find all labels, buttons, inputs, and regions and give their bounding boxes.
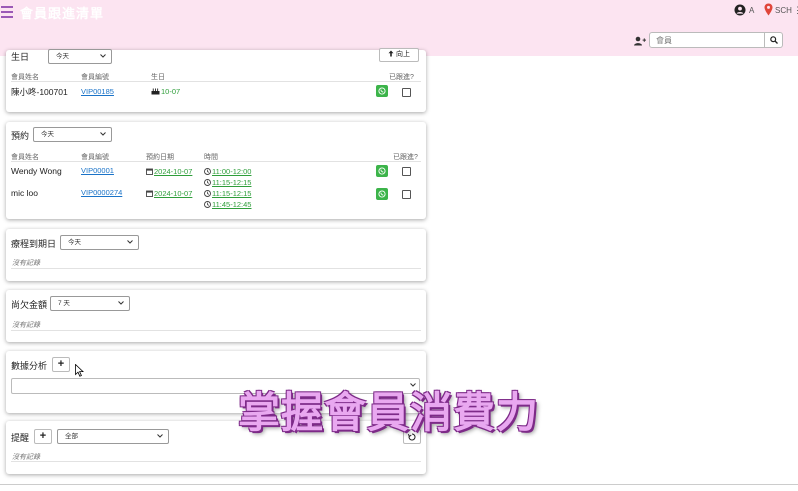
branch-label[interactable]: SCH	[775, 6, 792, 15]
divider	[11, 268, 421, 269]
hamburger-menu-icon[interactable]	[1, 6, 13, 21]
analysis-title: 數據分析	[11, 361, 48, 371]
member-id-link[interactable]: VIP0000274	[81, 188, 122, 197]
member-name: mic loo	[11, 188, 38, 198]
reminder-filter-select[interactable]: 全部	[57, 429, 169, 444]
whatsapp-icon	[378, 87, 386, 95]
chevron-down-icon	[100, 54, 106, 58]
clock-icon	[204, 190, 211, 197]
scroll-up-button[interactable]: 向上	[379, 48, 419, 62]
treatment-expiry-card: 療程到期日 今天 沒有記錄	[6, 229, 426, 281]
divider	[11, 161, 421, 162]
add-analysis-button[interactable]: +	[52, 357, 70, 372]
mouse-cursor-icon	[75, 364, 84, 377]
divider	[11, 330, 421, 331]
outstanding-title: 尚欠金額	[11, 300, 48, 310]
whatsapp-button[interactable]	[376, 165, 388, 177]
add-reminder-button[interactable]: +	[34, 429, 52, 444]
search-icon	[769, 36, 778, 44]
promo-watermark: 掌握會員消費力	[238, 388, 540, 437]
birthday-date: 10-07	[151, 87, 180, 96]
empty-message: 沒有記錄	[12, 260, 40, 267]
booking-title: 預約	[11, 131, 30, 141]
chevron-down-icon	[127, 240, 133, 244]
followed-checkbox[interactable]	[402, 88, 411, 97]
outstanding-filter-select[interactable]: 7 天	[50, 296, 130, 311]
booking-time-link[interactable]: 11:15-12:15	[204, 189, 251, 198]
whatsapp-icon	[378, 190, 386, 198]
calendar-icon	[146, 168, 153, 175]
followed-checkbox[interactable]	[402, 190, 411, 199]
birthday-title: 生日	[11, 52, 30, 62]
user-label[interactable]: A	[749, 6, 754, 15]
clock-icon	[204, 168, 211, 175]
birthday-cake-icon	[151, 88, 160, 95]
treatment-expiry-filter-select[interactable]: 今天	[60, 235, 139, 250]
member-name: Wendy Wong	[11, 166, 62, 176]
calendar-icon	[146, 190, 153, 197]
booking-time-link[interactable]: 11:15-12:15	[204, 178, 251, 187]
booking-date-link[interactable]: 2024-10-07	[146, 189, 192, 198]
location-pin-icon[interactable]	[764, 3, 773, 16]
user-account-icon[interactable]	[734, 4, 746, 16]
search-input[interactable]	[649, 32, 765, 48]
add-user-icon[interactable]	[634, 36, 646, 46]
clock-icon	[204, 201, 211, 208]
member-id-link[interactable]: VIP00185	[81, 87, 114, 96]
booking-date-link[interactable]: 2024-10-07	[146, 167, 192, 176]
outstanding-card: 尚欠金額 7 天 沒有記錄	[6, 290, 426, 342]
arrow-up-icon	[388, 50, 394, 57]
booking-time-link[interactable]: 11:00-12:00	[204, 167, 251, 176]
bottom-divider	[0, 484, 798, 485]
page-title: 會員跟進清單	[20, 6, 105, 21]
chevron-down-icon	[118, 301, 124, 305]
clock-icon	[204, 179, 211, 186]
booking-card: 預約 今天 會員姓名 會員編號 預約日期 時間 已跟進? Wendy Wong …	[6, 122, 426, 219]
search-button[interactable]	[765, 32, 783, 48]
whatsapp-button[interactable]	[376, 188, 388, 200]
divider	[11, 461, 421, 462]
more-options-icon[interactable]: ⋮	[793, 5, 798, 16]
whatsapp-icon	[378, 167, 386, 175]
reminder-title: 提醒	[11, 433, 30, 443]
member-id-link[interactable]: VIP00001	[81, 166, 114, 175]
followed-checkbox[interactable]	[402, 167, 411, 176]
treatment-expiry-title: 療程到期日	[11, 239, 57, 249]
booking-time-link[interactable]: 11:45-12:45	[204, 200, 251, 209]
birthday-card: 生日 今天 向上 會員姓名 會員編號 生日 已跟進? 陳小咚-100701 VI…	[6, 48, 426, 112]
booking-filter-select[interactable]: 今天	[33, 127, 112, 142]
birthday-filter-select[interactable]: 今天	[48, 49, 112, 64]
chevron-down-icon	[157, 434, 163, 438]
whatsapp-button[interactable]	[376, 85, 388, 97]
chevron-down-icon	[100, 132, 106, 136]
divider	[11, 81, 421, 82]
empty-message: 沒有記錄	[12, 322, 40, 329]
member-name: 陳小咚-100701	[11, 87, 68, 97]
